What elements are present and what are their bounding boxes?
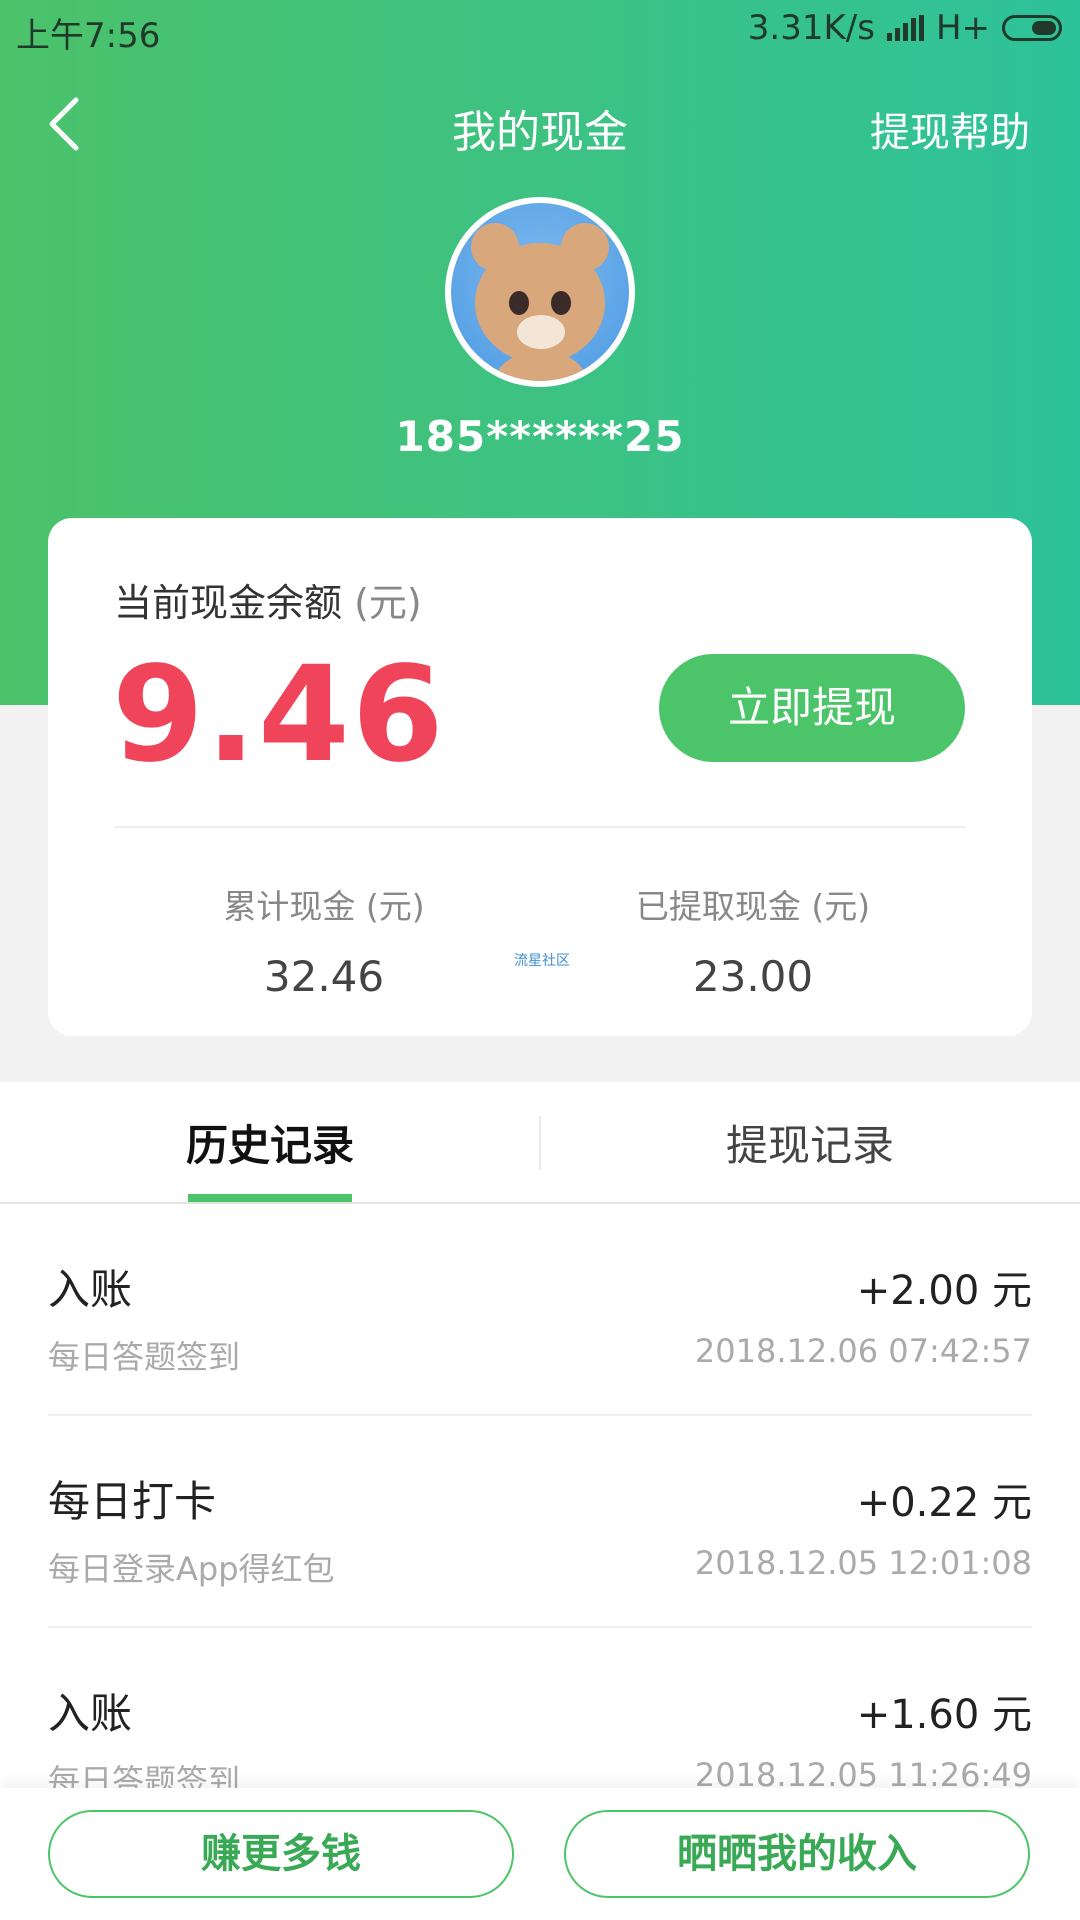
record-amount: +2.00 元: [856, 1268, 1032, 1314]
divider: [114, 826, 966, 828]
withdraw-now-button[interactable]: 立即提现: [659, 654, 965, 762]
active-tab-indicator: [188, 1194, 352, 1202]
list-item[interactable]: 入账 +2.00 元 每日答题签到 2018.12.06 07:42:57: [48, 1204, 1032, 1416]
record-tabs: 历史记录 提现记录: [0, 1082, 1080, 1204]
record-amount: +1.60 元: [856, 1692, 1032, 1738]
earn-more-button[interactable]: 赚更多钱: [48, 1810, 514, 1898]
total-cash-value: 32.46: [263, 952, 385, 1001]
list-item[interactable]: 每日打卡 +0.22 元 每日登录App得红包 2018.12.05 12:01…: [48, 1416, 1032, 1628]
balance-amount: 9.46: [112, 638, 446, 792]
withdraw-help-link[interactable]: 提现帮助: [870, 100, 1030, 158]
bottom-action-bar: 赚更多钱 晒晒我的收入: [0, 1788, 1080, 1920]
tab-history[interactable]: 历史记录: [0, 1082, 540, 1202]
balance-card: 当前现金余额 (元) 9.46 立即提现 累计现金 (元) 32.46 流星社区…: [48, 518, 1032, 1036]
signal-icon: [886, 15, 924, 41]
tab-withdraw-records[interactable]: 提现记录: [540, 1082, 1080, 1202]
battery-icon: [1002, 15, 1062, 41]
avatar[interactable]: [445, 197, 635, 387]
record-subtitle: 每日答题签到: [48, 1762, 241, 1788]
total-cash-label: 累计现金 (元): [223, 887, 425, 926]
record-subtitle: 每日登录App得红包: [48, 1550, 335, 1588]
withdrawn-cash-value: 23.00: [692, 952, 814, 1001]
status-time: 上午7:56: [16, 16, 161, 56]
record-title: 入账: [48, 1689, 133, 1738]
balance-label: 当前现金余额 (元): [114, 581, 422, 625]
record-list[interactable]: 入账 +2.00 元 每日答题签到 2018.12.06 07:42:57 每日…: [0, 1204, 1080, 1788]
withdrawn-cash-label: 已提取现金 (元): [635, 887, 871, 926]
record-time: 2018.12.05 12:01:08: [694, 1544, 1032, 1582]
record-amount: +0.22 元: [856, 1480, 1032, 1526]
network-speed: 3.31K/s: [747, 8, 875, 48]
network-type: H+: [935, 8, 990, 48]
bear-avatar-icon: [451, 203, 629, 381]
balance-unit: (元): [354, 581, 422, 625]
record-subtitle: 每日答题签到: [48, 1338, 241, 1376]
list-item[interactable]: 入账 +1.60 元 每日答题签到 2018.12.05 11:26:49: [48, 1628, 1032, 1788]
total-cash-stat: 累计现金 (元) 32.46: [174, 880, 474, 1001]
record-time: 2018.12.05 11:26:49: [694, 1756, 1032, 1788]
record-title: 每日打卡: [48, 1477, 217, 1526]
username: 185******25: [395, 412, 685, 461]
record-title: 入账: [48, 1265, 133, 1314]
withdrawn-cash-stat: 已提取现金 (元) 23.00: [603, 880, 903, 1001]
watermark: 流星社区: [514, 953, 570, 969]
record-time: 2018.12.06 07:42:57: [694, 1332, 1032, 1370]
status-indicators: 3.31K/s H+: [748, 8, 1062, 48]
share-income-button[interactable]: 晒晒我的收入: [564, 1810, 1030, 1898]
status-bar: 上午7:56 3.31K/s H+: [0, 0, 1080, 60]
